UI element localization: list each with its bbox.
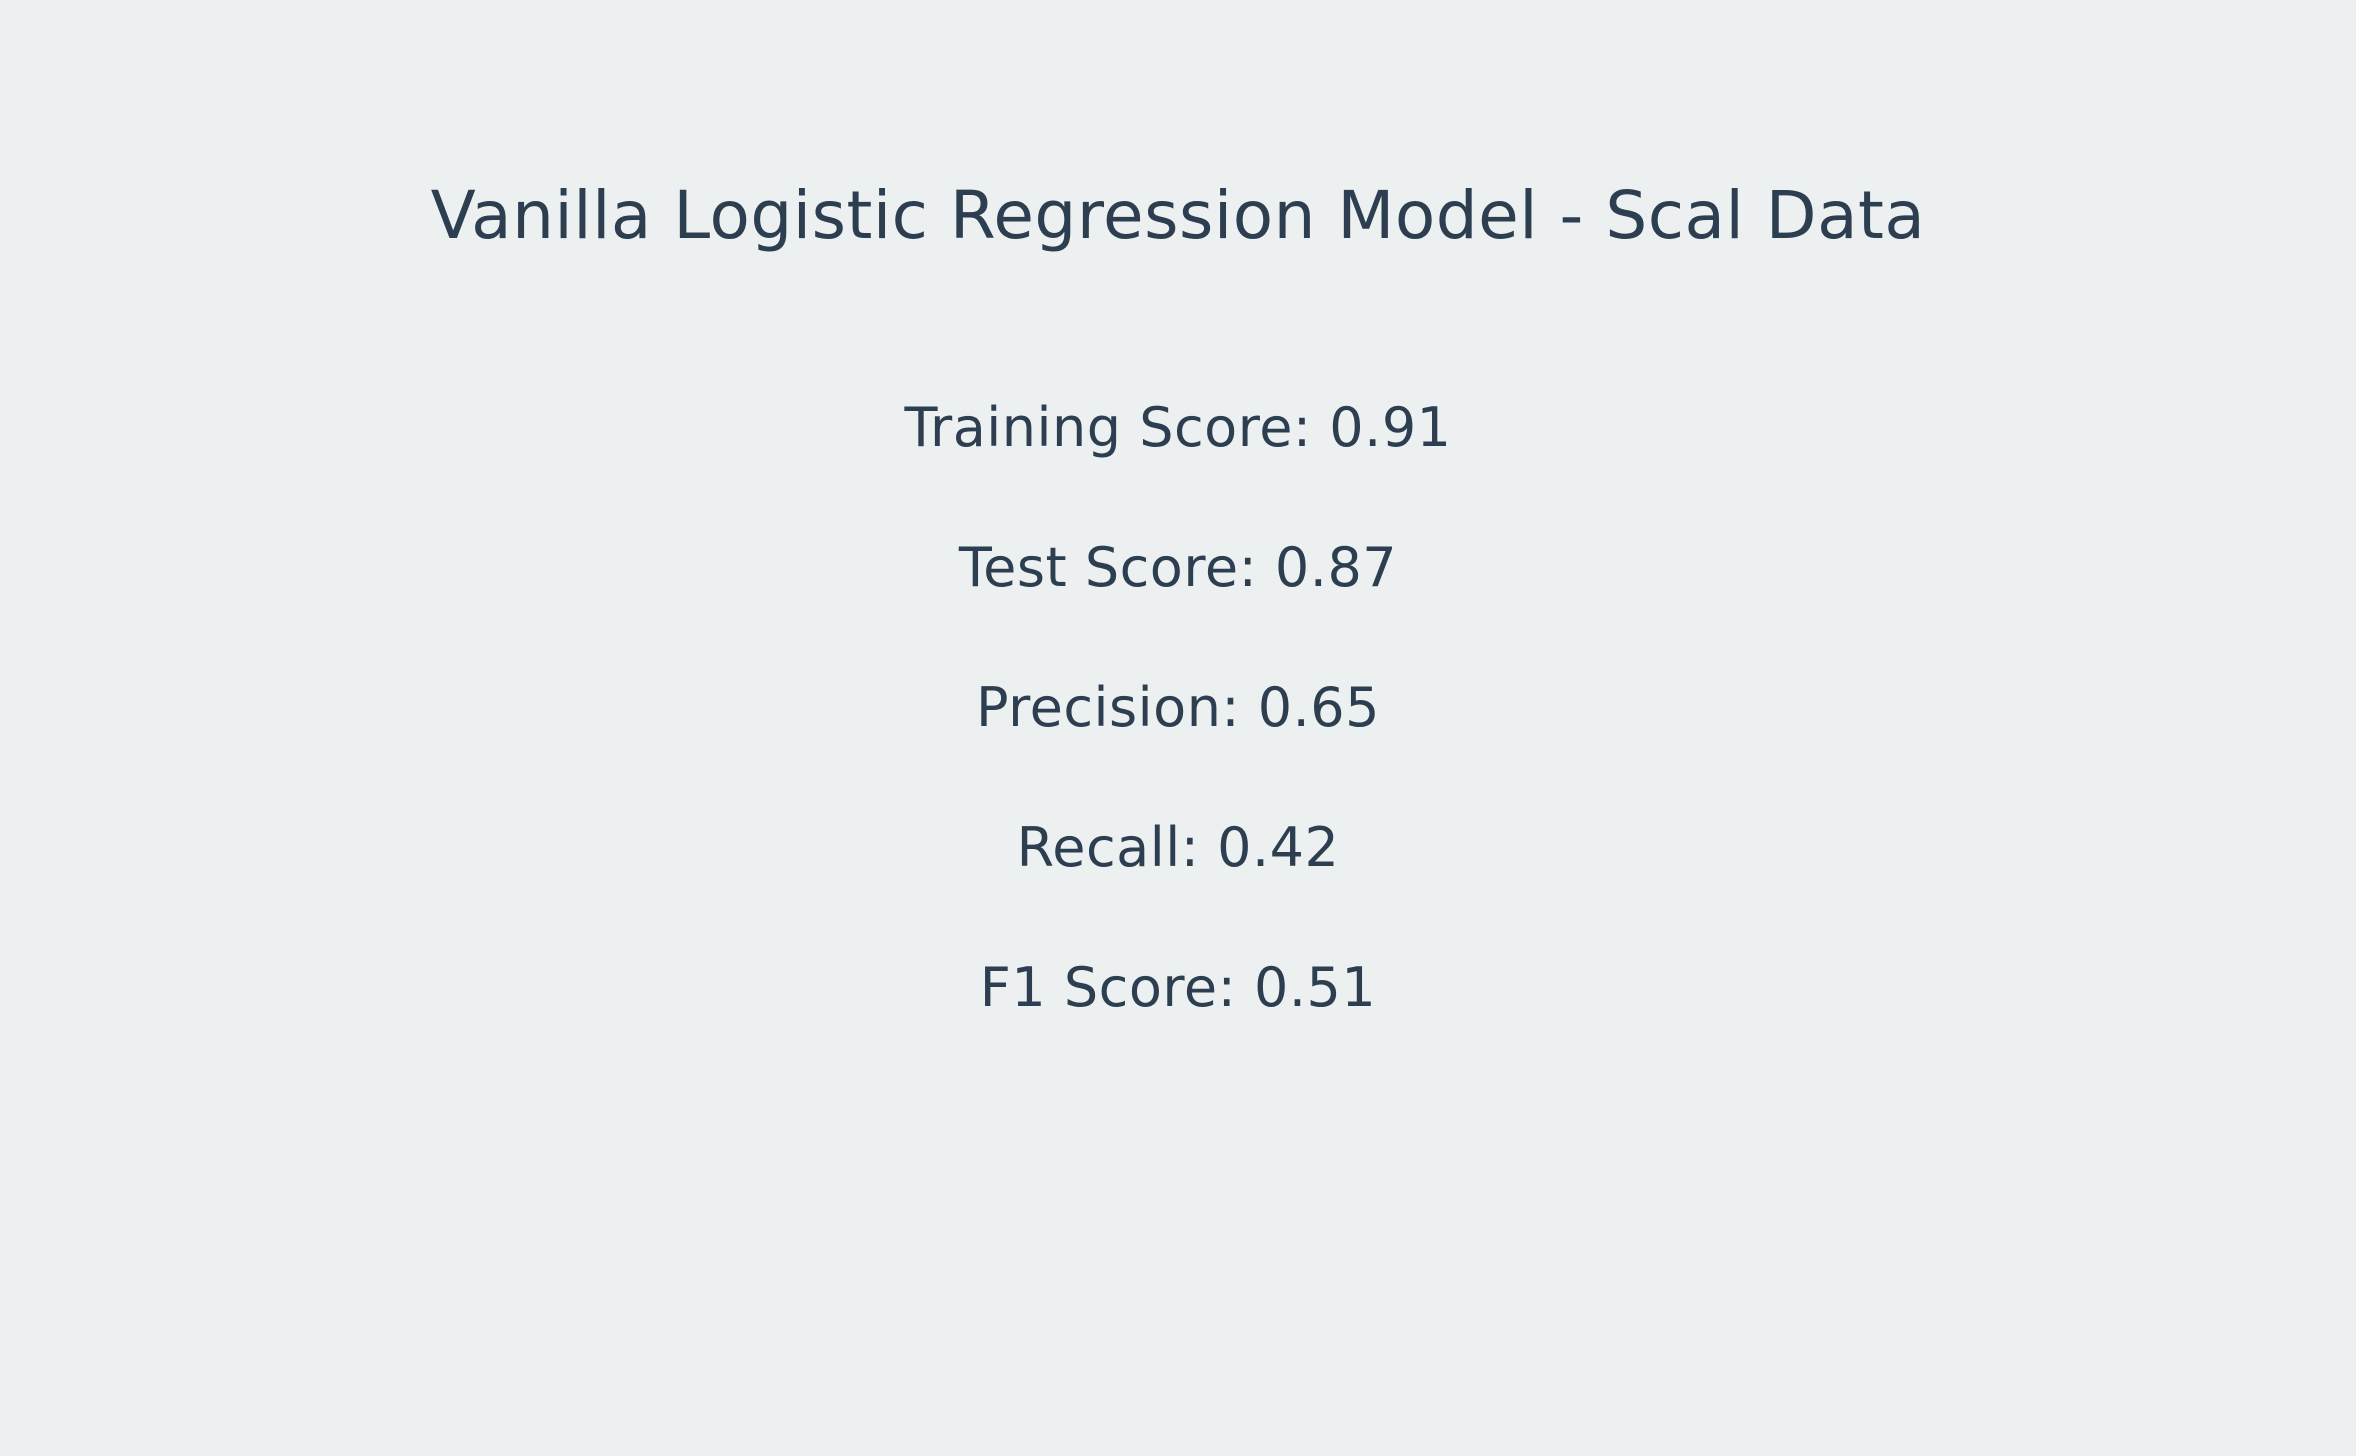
results-page: Vanilla Logistic Regression Model - Scal…: [0, 0, 2356, 1456]
metric-test-score: Test Score: 0.87: [958, 536, 1398, 599]
metric-recall: Recall: 0.42: [1016, 816, 1340, 879]
page-title: Vanilla Logistic Regression Model - Scal…: [430, 177, 1926, 254]
metric-training-score: Training Score: 0.91: [904, 396, 1452, 459]
metric-f1-score: F1 Score: 0.51: [979, 956, 1377, 1019]
metric-precision: Precision: 0.65: [975, 676, 1381, 739]
metrics-list: Training Score: 0.91 Test Score: 0.87 Pr…: [0, 388, 2356, 1088]
